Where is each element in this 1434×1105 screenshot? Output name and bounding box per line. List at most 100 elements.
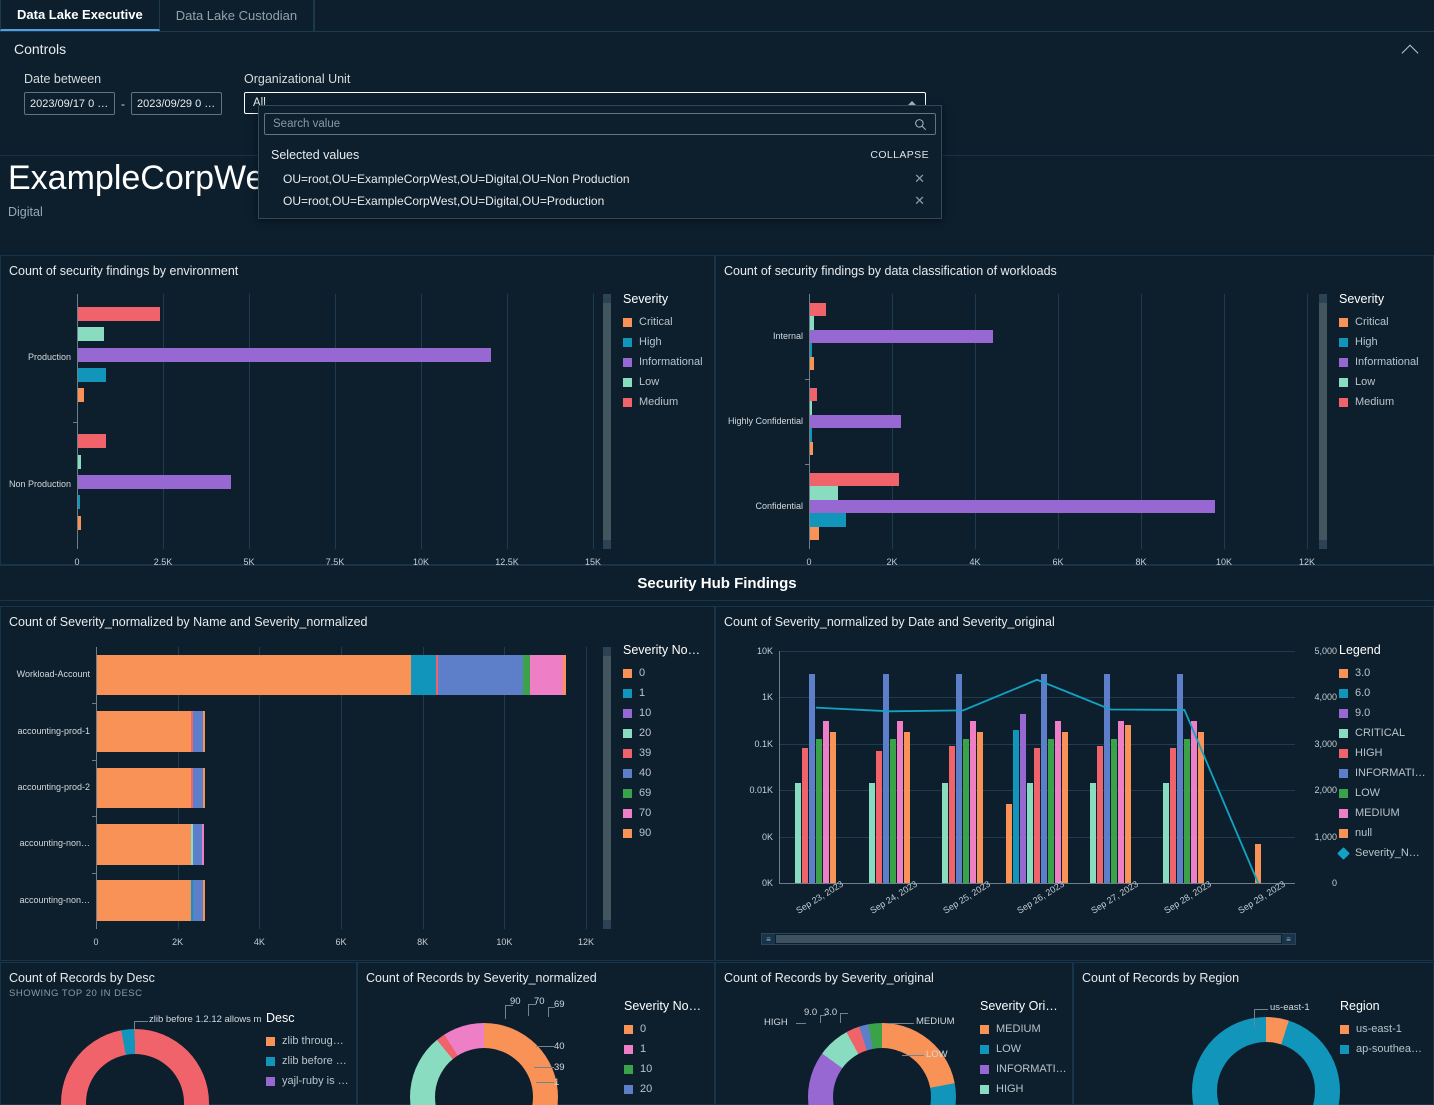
bar-segment[interactable] — [896, 720, 903, 883]
legend-item[interactable]: 40 — [623, 767, 700, 779]
legend-item[interactable]: Critical — [1339, 316, 1419, 328]
legend-item[interactable]: Medium — [1339, 396, 1419, 408]
bar-segment[interactable] — [193, 711, 203, 752]
horizontal-scrollbar[interactable]: ≡ ≡ — [761, 933, 1296, 945]
bar-segment[interactable] — [78, 347, 491, 362]
bar-segment[interactable] — [810, 316, 814, 330]
bar-segment[interactable] — [202, 880, 205, 922]
date-to-input[interactable]: 2023/09/29 0 … — [131, 92, 222, 115]
bar-segment[interactable] — [78, 515, 81, 530]
tab-data-lake-custodian[interactable]: Data Lake Custodian — [160, 0, 315, 31]
legend-item[interactable]: Low — [623, 376, 703, 388]
bar-segment[interactable] — [1103, 674, 1110, 883]
vertical-scrollbar[interactable] — [603, 294, 611, 549]
bar-segment[interactable] — [794, 783, 801, 883]
chart-severity-normalized-by-name[interactable]: 0 2K 4K 6K 8K 10K 12K Workload-Account accountin… — [1, 633, 716, 962]
chart-severity-normalized-by-date[interactable]: 10K 1K 0.1K 0.01K 0K 0K 5,000 4,000 3,000 2,000 1,… — [716, 633, 1434, 962]
scroll-up-cap[interactable] — [1319, 294, 1327, 303]
legend-item[interactable]: 90 — [623, 827, 700, 839]
legend-item[interactable]: 1 — [623, 687, 700, 699]
bar-segment[interactable] — [78, 367, 107, 382]
legend-item[interactable]: yajl-ruby is … — [266, 1075, 349, 1087]
bar-segment[interactable] — [78, 306, 161, 321]
bar-segment[interactable] — [1110, 739, 1117, 883]
chart-records-by-severity-original[interactable]: Severity Ori… MEDIUM LOW INFORMATI… HIGH HIGH… — [716, 989, 1074, 1105]
scroll-up-cap[interactable] — [603, 647, 611, 656]
bar-segment[interactable] — [1033, 748, 1040, 883]
bar-segment[interactable] — [78, 475, 232, 490]
bar-segment[interactable] — [201, 824, 205, 865]
bar-segment[interactable] — [1177, 674, 1184, 883]
bar-segment[interactable] — [949, 746, 956, 883]
scroll-thumb[interactable] — [603, 656, 611, 920]
legend-item[interactable]: 10 — [623, 707, 700, 719]
bar-segment[interactable] — [810, 526, 819, 541]
legend-item[interactable]: 20 — [624, 1083, 701, 1095]
legend-item[interactable]: Informational — [1339, 356, 1419, 368]
legend-item[interactable]: 0 — [623, 667, 700, 679]
legend-item[interactable]: zlib before … — [266, 1055, 349, 1067]
bar-segment[interactable] — [1040, 674, 1047, 883]
bar-segment[interactable] — [810, 387, 817, 402]
legend-item[interactable]: MEDIUM — [980, 1023, 1067, 1035]
legend-item[interactable]: 6.0 — [1339, 687, 1426, 699]
legend-item[interactable]: null — [1339, 827, 1426, 839]
bar-segment[interactable] — [1026, 783, 1033, 883]
legend-item[interactable]: HIGH — [980, 1083, 1067, 1095]
scroll-down-cap[interactable] — [603, 920, 611, 929]
legend-item[interactable]: INFORMATI… — [1339, 767, 1426, 779]
scroll-up-cap[interactable] — [603, 294, 611, 303]
legend-item[interactable]: us-east-1 — [1340, 1023, 1422, 1035]
bar-segment[interactable] — [1019, 713, 1026, 883]
bar-segment[interactable] — [562, 654, 567, 696]
legend-item[interactable]: Medium — [623, 396, 703, 408]
bar-segment[interactable] — [810, 414, 902, 429]
scroll-thumb[interactable] — [1319, 303, 1327, 540]
legend-item[interactable]: Low — [1339, 376, 1419, 388]
legend-item[interactable]: 39 — [623, 747, 700, 759]
scroll-left-cap[interactable]: ≡ — [762, 934, 775, 944]
tab-data-lake-executive[interactable]: Data Lake Executive — [0, 0, 160, 31]
bar-segment[interactable] — [1117, 720, 1124, 883]
scroll-down-cap[interactable] — [603, 540, 611, 549]
bar-segment[interactable] — [202, 711, 205, 752]
bar-segment[interactable] — [97, 654, 412, 696]
bar-segment[interactable] — [1124, 725, 1131, 883]
legend-item[interactable]: 3.0 — [1339, 667, 1426, 679]
close-icon[interactable]: ✕ — [910, 193, 929, 209]
bar-segment[interactable] — [78, 388, 85, 403]
bar-segment[interactable] — [810, 486, 839, 500]
bar-segment[interactable] — [810, 472, 900, 487]
collapse-button[interactable]: COLLAPSE — [870, 149, 929, 161]
bar-segment[interactable] — [78, 327, 105, 342]
legend-item[interactable]: Severity_N… — [1337, 846, 1426, 860]
legend-item[interactable]: LOW — [980, 1043, 1067, 1055]
legend-item[interactable]: ap-southea… — [1340, 1043, 1422, 1055]
chevron-up-icon[interactable] — [1402, 40, 1420, 58]
legend-item[interactable]: CRITICAL — [1339, 727, 1426, 739]
scroll-right-cap[interactable]: ≡ — [1282, 934, 1295, 944]
bar-segment[interactable] — [889, 739, 896, 883]
bar-segment[interactable] — [193, 880, 203, 922]
bar-segment[interactable] — [97, 767, 191, 809]
chart-records-by-region[interactable]: Region us-east-1 ap-southea… us-east-1 — [1074, 989, 1434, 1105]
bar-segment[interactable] — [192, 824, 202, 865]
bar-segment[interactable] — [78, 434, 107, 449]
bar-segment[interactable] — [810, 428, 812, 442]
bar-segment[interactable] — [956, 674, 963, 883]
bar-segment[interactable] — [810, 441, 813, 456]
bar-segment[interactable] — [903, 732, 910, 883]
legend-item[interactable]: 1 — [624, 1043, 701, 1055]
legend-item[interactable]: LOW — [1339, 787, 1426, 799]
vertical-scrollbar[interactable] — [1319, 294, 1327, 549]
bar-segment[interactable] — [1254, 843, 1261, 883]
legend-item[interactable]: 70 — [623, 807, 700, 819]
bar-segment[interactable] — [875, 750, 882, 883]
bar-segment[interactable] — [411, 654, 436, 696]
bar-segment[interactable] — [97, 824, 191, 865]
scroll-thumb[interactable] — [603, 303, 611, 540]
bar-segment[interactable] — [1191, 720, 1198, 883]
bar-segment[interactable] — [1061, 732, 1068, 883]
bar-segment[interactable] — [1163, 783, 1170, 883]
bar-segment[interactable] — [1005, 804, 1012, 883]
